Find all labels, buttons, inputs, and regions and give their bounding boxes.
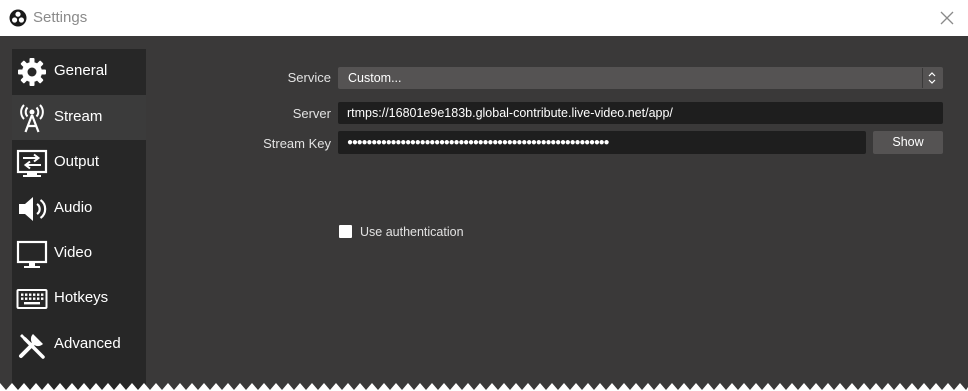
obs-logo-icon: [9, 9, 27, 27]
stream-key-input[interactable]: ●●●●●●●●●●●●●●●●●●●●●●●●●●●●●●●●●●●●●●●●…: [338, 131, 866, 154]
monitor-icon: [16, 240, 48, 268]
title-bar: Settings: [0, 0, 968, 36]
server-label: Server: [292, 106, 331, 121]
settings-sidebar: General Stream Output Audio Video Hotkey…: [12, 49, 146, 391]
sidebar-item-advanced[interactable]: Advanced: [12, 322, 146, 367]
tools-icon: [19, 334, 45, 359]
stream-key-value: ●●●●●●●●●●●●●●●●●●●●●●●●●●●●●●●●●●●●●●●●…: [347, 137, 610, 148]
sidebar-item-label: Audio: [54, 199, 93, 216]
antenna-icon: [20, 104, 44, 133]
service-select[interactable]: Custom...: [338, 67, 943, 89]
server-value: rtmps://16801e9e183b.global-contribute.l…: [347, 106, 673, 120]
keyboard-icon: [16, 289, 48, 309]
service-label: Service: [287, 70, 331, 85]
sidebar-item-output[interactable]: Output: [12, 140, 146, 185]
sidebar-item-label: Stream: [54, 108, 103, 125]
gear-icon: [18, 58, 46, 86]
window-title: Settings: [33, 9, 88, 26]
stream-key-label: Stream Key: [263, 136, 331, 151]
chevron-up-down-icon: [922, 68, 936, 88]
sidebar-item-label: General: [54, 62, 108, 79]
show-key-label: Show: [892, 135, 924, 149]
sidebar-item-general[interactable]: General: [12, 49, 146, 94]
use-authentication-label[interactable]: Use authentication: [360, 224, 464, 240]
sidebar-item-label: Output: [54, 153, 100, 170]
settings-window: General Stream Output Audio Video Hotkey…: [0, 36, 968, 391]
torn-edge: [0, 383, 968, 391]
sidebar-item-label: Video: [54, 244, 93, 261]
use-authentication-checkbox[interactable]: [339, 225, 352, 238]
show-key-button[interactable]: Show: [873, 131, 943, 154]
sidebar-item-label: Advanced: [54, 335, 121, 352]
speaker-icon: [19, 197, 47, 221]
output-icon: [16, 149, 48, 177]
sidebar-item-hotkeys[interactable]: Hotkeys: [12, 276, 146, 321]
close-icon[interactable]: [936, 7, 958, 29]
sidebar-item-label: Hotkeys: [54, 289, 109, 306]
sidebar-item-audio[interactable]: Audio: [12, 186, 146, 231]
service-value: Custom...: [348, 71, 402, 85]
server-input[interactable]: rtmps://16801e9e183b.global-contribute.l…: [338, 102, 943, 124]
sidebar-item-video[interactable]: Video: [12, 231, 146, 276]
sidebar-item-stream[interactable]: Stream: [12, 95, 146, 140]
